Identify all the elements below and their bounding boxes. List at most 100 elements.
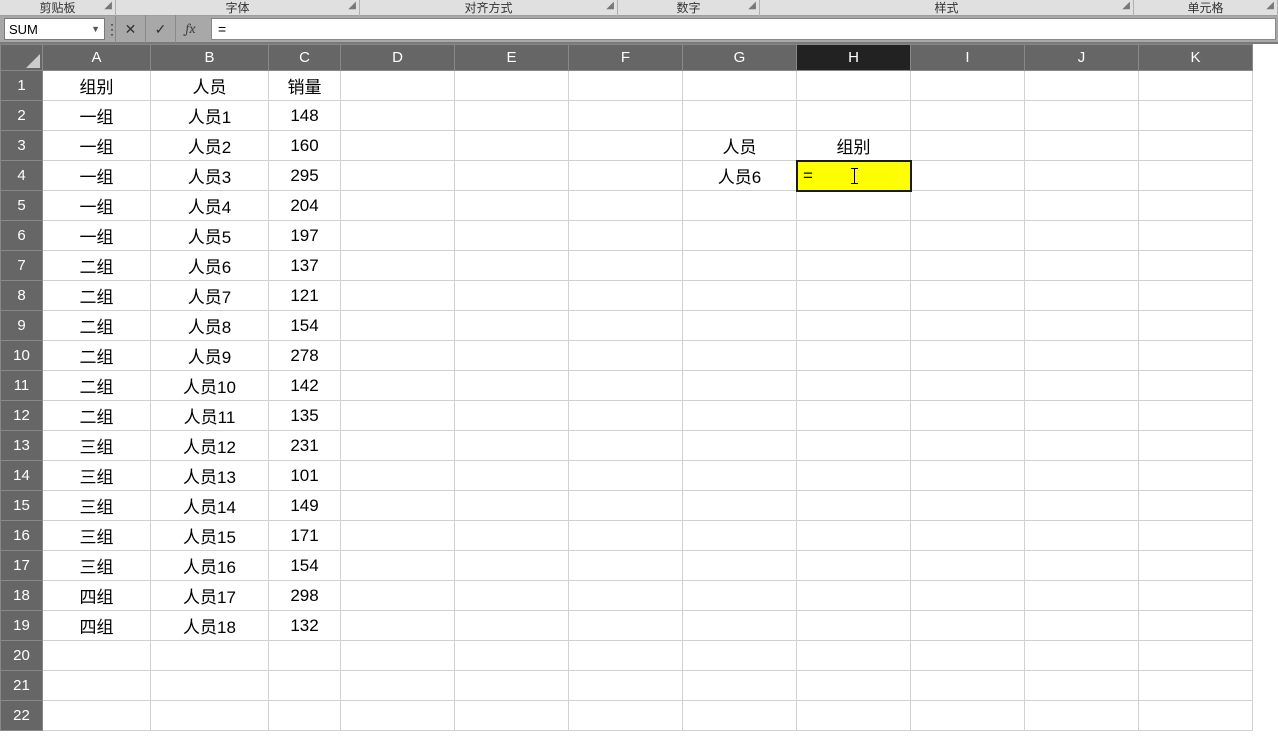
cell[interactable]: 154: [269, 311, 341, 341]
cell[interactable]: [341, 431, 455, 461]
column-header[interactable]: C: [269, 45, 341, 71]
column-header[interactable]: A: [43, 45, 151, 71]
cell[interactable]: [455, 71, 569, 101]
cell[interactable]: [797, 431, 911, 461]
cell[interactable]: 四组: [43, 611, 151, 641]
cell[interactable]: [569, 341, 683, 371]
dialog-launcher-icon[interactable]: ◢: [348, 0, 356, 11]
cell[interactable]: [455, 671, 569, 701]
cell[interactable]: [569, 221, 683, 251]
cell[interactable]: [1139, 551, 1253, 581]
cell[interactable]: [683, 311, 797, 341]
cell[interactable]: [569, 371, 683, 401]
cell[interactable]: [911, 671, 1025, 701]
cell[interactable]: [1139, 251, 1253, 281]
cell[interactable]: [683, 221, 797, 251]
column-header[interactable]: F: [569, 45, 683, 71]
cell[interactable]: [1025, 281, 1139, 311]
cell[interactable]: [1139, 491, 1253, 521]
cell[interactable]: [797, 521, 911, 551]
fx-icon[interactable]: fx: [175, 15, 205, 43]
cell[interactable]: 二组: [43, 341, 151, 371]
cell[interactable]: [455, 491, 569, 521]
cell[interactable]: [269, 641, 341, 671]
cell[interactable]: 148: [269, 101, 341, 131]
cell[interactable]: [1025, 521, 1139, 551]
cell[interactable]: [683, 431, 797, 461]
cell[interactable]: [455, 371, 569, 401]
cell[interactable]: 人员17: [151, 581, 269, 611]
cell[interactable]: [455, 641, 569, 671]
cell[interactable]: [1139, 371, 1253, 401]
cell[interactable]: [911, 341, 1025, 371]
cell[interactable]: [455, 341, 569, 371]
cell[interactable]: [341, 101, 455, 131]
cell[interactable]: [1025, 461, 1139, 491]
row-header[interactable]: 6: [1, 221, 43, 251]
cell[interactable]: 人员: [151, 71, 269, 101]
cell[interactable]: 人员6: [683, 161, 797, 191]
cell[interactable]: [911, 491, 1025, 521]
cell[interactable]: [569, 251, 683, 281]
cell[interactable]: 一组: [43, 101, 151, 131]
cell[interactable]: [1025, 221, 1139, 251]
cell[interactable]: [1139, 101, 1253, 131]
cell[interactable]: [455, 431, 569, 461]
cell[interactable]: [569, 551, 683, 581]
cell[interactable]: 三组: [43, 491, 151, 521]
cell[interactable]: [569, 581, 683, 611]
cell[interactable]: [1025, 611, 1139, 641]
formula-input[interactable]: =: [211, 18, 1276, 40]
cell[interactable]: [455, 611, 569, 641]
name-box[interactable]: SUM ▼: [4, 18, 105, 40]
cell[interactable]: [341, 131, 455, 161]
cell[interactable]: 三组: [43, 521, 151, 551]
cell[interactable]: [1025, 251, 1139, 281]
cell[interactable]: [151, 701, 269, 731]
cell[interactable]: [797, 191, 911, 221]
cell[interactable]: [1139, 581, 1253, 611]
cell[interactable]: [911, 641, 1025, 671]
cell[interactable]: [341, 521, 455, 551]
cell[interactable]: [269, 701, 341, 731]
cell[interactable]: [341, 641, 455, 671]
cell[interactable]: [569, 71, 683, 101]
cell[interactable]: [911, 461, 1025, 491]
cell[interactable]: 人员3: [151, 161, 269, 191]
row-header[interactable]: 20: [1, 641, 43, 671]
cell[interactable]: [1139, 71, 1253, 101]
cell[interactable]: [341, 551, 455, 581]
cell[interactable]: 人员9: [151, 341, 269, 371]
cell[interactable]: 142: [269, 371, 341, 401]
cell[interactable]: [911, 611, 1025, 641]
column-header[interactable]: G: [683, 45, 797, 71]
cell[interactable]: [797, 101, 911, 131]
column-header[interactable]: J: [1025, 45, 1139, 71]
cell[interactable]: [43, 701, 151, 731]
cell[interactable]: [911, 191, 1025, 221]
cell[interactable]: [911, 281, 1025, 311]
cell[interactable]: 人员12: [151, 431, 269, 461]
cell[interactable]: [455, 161, 569, 191]
cell[interactable]: [683, 701, 797, 731]
cell[interactable]: [341, 491, 455, 521]
cell[interactable]: [911, 101, 1025, 131]
cell[interactable]: 人员11: [151, 401, 269, 431]
cell[interactable]: 231: [269, 431, 341, 461]
cell[interactable]: [341, 191, 455, 221]
cell[interactable]: 人员6: [151, 251, 269, 281]
cell[interactable]: [569, 191, 683, 221]
cell[interactable]: [341, 161, 455, 191]
cell[interactable]: 组别: [43, 71, 151, 101]
cell[interactable]: [455, 251, 569, 281]
cell[interactable]: [683, 641, 797, 671]
cell[interactable]: 人员5: [151, 221, 269, 251]
cell[interactable]: [569, 701, 683, 731]
column-header[interactable]: K: [1139, 45, 1253, 71]
cell[interactable]: [455, 281, 569, 311]
cell[interactable]: [341, 221, 455, 251]
cell[interactable]: 人员18: [151, 611, 269, 641]
cell[interactable]: [455, 221, 569, 251]
cell[interactable]: [341, 461, 455, 491]
cell[interactable]: [797, 281, 911, 311]
